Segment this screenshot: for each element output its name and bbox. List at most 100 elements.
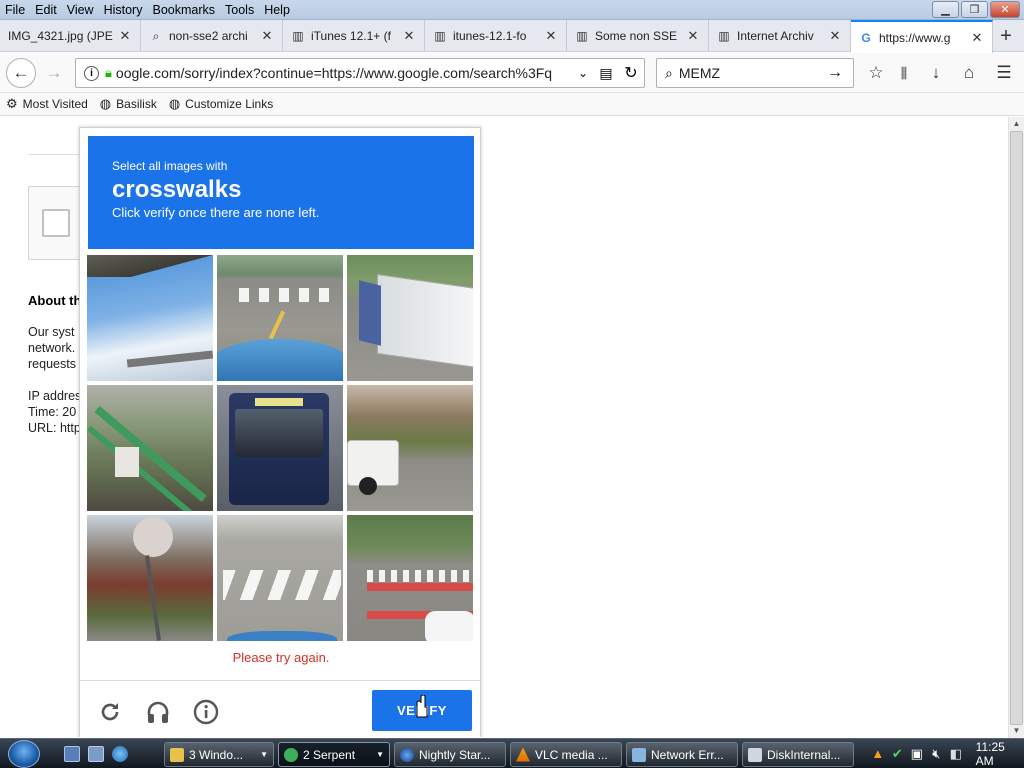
info-icon[interactable]: i	[84, 65, 99, 81]
image-tile-5[interactable]	[217, 385, 343, 511]
close-icon[interactable]: ✕	[970, 30, 984, 46]
zebra-stripes-shape	[223, 570, 341, 600]
image-tile-4[interactable]	[87, 385, 213, 511]
tab-itunes-1[interactable]: ▥ iTunes 12.1+ (f ✕	[283, 20, 425, 52]
red-band-shape	[367, 583, 473, 591]
taskbar-serpent[interactable]: 2 Serpent ▼	[278, 742, 390, 767]
gear-icon: ⚙	[6, 96, 18, 111]
url-bar[interactable]: i 🔒︎ oogle.com/sorry/index?continue=http…	[75, 58, 645, 88]
menu-hamburger-icon[interactable]: ☰	[990, 59, 1018, 87]
image-tile-7[interactable]	[87, 515, 213, 641]
search-go-icon[interactable]: →	[827, 64, 853, 82]
clock[interactable]: 11:25 AM	[976, 740, 1024, 768]
internet-explorer-icon[interactable]	[112, 746, 128, 762]
search-input[interactable]: MEMZ	[679, 65, 827, 81]
chevron-down-icon: ▼	[260, 750, 268, 759]
forward-button[interactable]: →	[40, 59, 68, 87]
url-text[interactable]: oogle.com/sorry/index?continue=https://w…	[116, 65, 572, 81]
menu-bar: File Edit View History Bookmarks Tools H…	[0, 0, 1024, 20]
disk-icon	[748, 747, 762, 762]
bookmark-label: Most Visited	[22, 97, 88, 111]
image-tile-9[interactable]	[347, 515, 473, 641]
library-icon[interactable]: ⫼	[890, 59, 918, 87]
taskbar-nightly[interactable]: Nightly Star...	[394, 742, 506, 767]
search-bar[interactable]: ⌕ MEMZ →	[656, 58, 854, 88]
taskbar-network-error[interactable]: Network Err...	[626, 742, 738, 767]
chevron-down-icon[interactable]: ⌄	[572, 66, 594, 80]
scroll-down-icon[interactable]: ▼	[1009, 724, 1024, 738]
crosswalk-stripes-shape	[367, 570, 473, 582]
close-icon[interactable]: ✕	[828, 28, 842, 44]
menu-bookmarks[interactable]: Bookmarks	[147, 0, 220, 20]
show-desktop-icon[interactable]	[64, 746, 80, 762]
tab-internet-archive[interactable]: ▥ Internet Archiv ✕	[709, 20, 851, 52]
new-tab-button[interactable]: +	[994, 24, 1018, 48]
menu-edit[interactable]: Edit	[30, 0, 62, 20]
scroll-up-icon[interactable]: ▲	[1009, 117, 1024, 131]
archive-icon: ▥	[292, 29, 304, 43]
close-window-button[interactable]: ✕	[990, 1, 1020, 18]
taskbar-vlc[interactable]: VLC media ...	[510, 742, 622, 767]
wheel-shape	[359, 477, 377, 495]
image-tile-8[interactable]	[217, 515, 343, 641]
minimize-button[interactable]: ▁	[932, 1, 959, 18]
menu-view[interactable]: View	[62, 0, 99, 20]
vertical-scrollbar[interactable]: ▲ ▼	[1008, 117, 1024, 738]
start-button[interactable]	[8, 740, 40, 768]
image-tile-3[interactable]	[347, 255, 473, 381]
car-hood-shape	[217, 339, 343, 381]
menu-help[interactable]: Help	[259, 0, 295, 20]
switch-windows-icon[interactable]	[88, 746, 104, 762]
stair-railing-shape	[94, 405, 207, 503]
image-tile-1[interactable]	[87, 255, 213, 381]
error-message: Please try again.	[232, 650, 330, 665]
reader-view-icon[interactable]: ▤	[594, 65, 618, 82]
tab-img-4321[interactable]: IMG_4321.jpg (JPE ✕	[0, 20, 141, 52]
tab-some-non-sse[interactable]: ▥ Some non SSE ✕	[567, 20, 709, 52]
bookmark-customize-links[interactable]: ◍ Customize Links	[169, 96, 273, 112]
tab-non-sse2[interactable]: ⌕ non-sse2 archi ✕	[141, 20, 283, 52]
truck-shape	[377, 273, 473, 369]
reload-challenge-icon[interactable]	[95, 697, 125, 727]
security-icon[interactable]: ✔	[890, 746, 906, 762]
menu-history[interactable]: History	[99, 0, 148, 20]
stair-railing-shape	[87, 425, 199, 511]
back-button[interactable]: ←	[6, 58, 36, 88]
challenge-instruction: Select all images with	[112, 159, 228, 173]
menu-tools[interactable]: Tools	[220, 0, 259, 20]
image-tile-6[interactable]	[347, 385, 473, 511]
info-challenge-icon[interactable]	[191, 697, 221, 727]
taskbar-diskinternals[interactable]: DiskInternal...	[742, 742, 854, 767]
bookmark-most-visited[interactable]: ⚙ Most Visited	[6, 96, 88, 112]
restore-button[interactable]: ❐	[961, 1, 988, 18]
bookmark-star-icon[interactable]: ☆	[862, 59, 890, 87]
tab-google-active[interactable]: G https://www.g ✕	[851, 20, 993, 53]
audio-challenge-icon[interactable]	[143, 697, 173, 727]
volume-muted-icon[interactable]: 🔇︎	[929, 746, 945, 762]
close-icon[interactable]: ✕	[118, 28, 132, 44]
reload-icon[interactable]: ↻	[618, 63, 644, 83]
challenge-hint: Click verify once there are none left.	[112, 205, 320, 220]
close-icon[interactable]: ✕	[260, 28, 274, 44]
close-icon[interactable]: ✕	[402, 28, 416, 44]
home-icon[interactable]: ⌂	[955, 59, 983, 87]
downloads-icon[interactable]: ↓	[922, 59, 950, 87]
background-text: Time: 20	[28, 405, 77, 419]
google-icon: G	[861, 30, 871, 45]
task-label: Nightly Star...	[419, 747, 491, 762]
network-tray-icon[interactable]: ▣	[909, 746, 925, 762]
close-icon[interactable]: ✕	[544, 28, 558, 44]
scrollbar-thumb[interactable]	[1010, 131, 1023, 725]
warning-icon[interactable]: ◧	[948, 746, 964, 762]
lock-icon: 🔒︎	[105, 65, 112, 80]
close-icon[interactable]: ✕	[686, 28, 700, 44]
menu-file[interactable]: File	[0, 0, 30, 20]
tab-itunes-2[interactable]: ▥ itunes-12.1-fo ✕	[425, 20, 567, 52]
bookmark-basilisk[interactable]: ◍ Basilisk	[100, 96, 157, 112]
taskbar-windows-explorer[interactable]: 3 Windo... ▼	[164, 742, 274, 767]
task-label: DiskInternal...	[767, 747, 841, 762]
mouse-cursor-icon	[413, 694, 428, 718]
vlc-tray-icon[interactable]: ▲	[870, 746, 886, 762]
recaptcha-checkbox[interactable]	[42, 209, 70, 237]
image-tile-2[interactable]	[217, 255, 343, 381]
